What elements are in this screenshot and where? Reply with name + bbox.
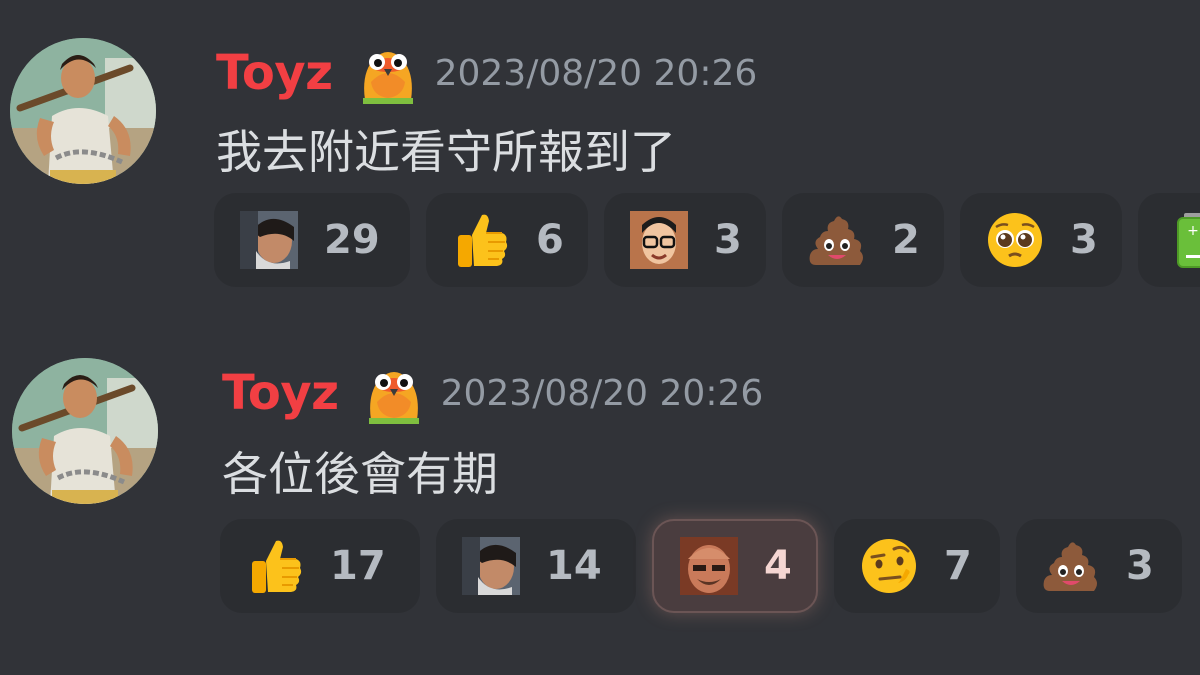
message-content: 各位後會有期 xyxy=(222,447,498,501)
reaction-count: 3 xyxy=(714,217,742,263)
reaction-button-selected[interactable]: 4 xyxy=(652,519,818,613)
reaction-count: 3 xyxy=(1070,217,1098,263)
username[interactable]: Toyz xyxy=(216,45,333,101)
custom-glasses-face-emoji-icon xyxy=(630,211,688,269)
parrot-badge-icon xyxy=(355,42,421,104)
user-avatar[interactable] xyxy=(10,38,156,184)
pleading-face-icon xyxy=(986,211,1044,269)
reaction-button[interactable]: 7 xyxy=(834,519,1000,613)
message-content: 我去附近看守所報到了 xyxy=(216,125,676,179)
reaction-button[interactable]: 2 xyxy=(782,193,944,287)
message-header: Toyz 2023/08/20 20:26 xyxy=(216,40,757,106)
reaction-count: 14 xyxy=(546,543,602,589)
parrot-badge-icon xyxy=(361,362,427,424)
reaction-button[interactable]: 3 xyxy=(960,193,1122,287)
avatar-image xyxy=(10,38,156,184)
avatar-image xyxy=(12,358,158,504)
reaction-bar: 17 14 4 7 3 xyxy=(220,519,1182,613)
user-avatar[interactable] xyxy=(12,358,158,504)
custom-bald-face-emoji-icon xyxy=(680,537,738,595)
thumbs-up-icon xyxy=(452,211,510,269)
reaction-button[interactable]: 6 xyxy=(426,193,588,287)
message-1[interactable]: Toyz 2023/08/20 20:26 我去附近看守所報到了 29 6 3 … xyxy=(0,0,1200,320)
reaction-count: 17 xyxy=(330,543,386,589)
reaction-button[interactable]: 3 xyxy=(1016,519,1182,613)
timestamp: 2023/08/20 20:26 xyxy=(440,372,764,414)
reaction-count: 3 xyxy=(1126,543,1154,589)
reaction-button[interactable]: 14 xyxy=(436,519,636,613)
poop-icon xyxy=(808,211,866,269)
reaction-button[interactable] xyxy=(1138,193,1200,287)
reaction-button[interactable]: 3 xyxy=(604,193,766,287)
reaction-count: 2 xyxy=(892,217,920,263)
reaction-count: 6 xyxy=(536,217,564,263)
reaction-count: 4 xyxy=(764,543,792,589)
reaction-button[interactable]: 29 xyxy=(214,193,410,287)
reaction-bar: 29 6 3 2 3 xyxy=(214,193,1200,287)
reaction-button[interactable]: 17 xyxy=(220,519,420,613)
poop-icon xyxy=(1042,537,1100,595)
message-2[interactable]: Toyz 2023/08/20 20:26 各位後會有期 17 14 4 7 3 xyxy=(0,320,1200,675)
custom-face-emoji-icon xyxy=(240,211,298,269)
message-header: Toyz 2023/08/20 20:26 xyxy=(222,360,763,426)
reaction-count: 29 xyxy=(324,217,380,263)
thumbs-up-icon xyxy=(246,537,304,595)
timestamp: 2023/08/20 20:26 xyxy=(434,52,758,94)
custom-face-emoji-icon xyxy=(462,537,520,595)
username[interactable]: Toyz xyxy=(222,365,339,421)
reaction-count: 7 xyxy=(944,543,972,589)
battery-icon xyxy=(1164,211,1200,269)
raised-eyebrow-icon xyxy=(860,537,918,595)
